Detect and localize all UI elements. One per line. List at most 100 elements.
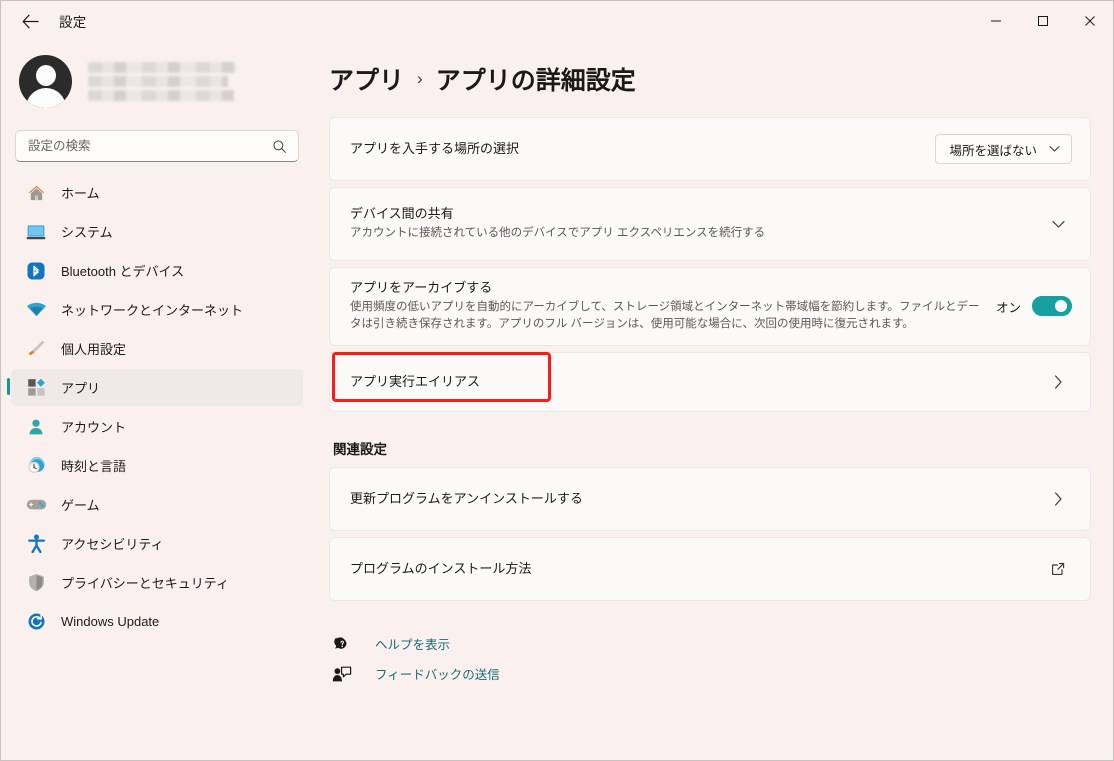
setting-row-archive-apps: アプリをアーカイブする 使用頻度の低いアプリを自動的にアーカイブして、ストレージ… [329,267,1091,346]
sidebar-item-label: アカウント [61,417,126,436]
avatar-body [26,88,66,108]
sidebar-item-label: Windows Update [61,614,159,629]
setting-title: アプリを入手する場所の選択 [350,140,935,158]
sidebar-item-label: システム [61,222,113,241]
redacted-line [88,62,236,73]
sidebar-item-time-language[interactable]: 時刻と言語 [11,447,303,484]
settings-window: 設定 [0,0,1114,761]
setting-text: アプリをアーカイブする 使用頻度の低いアプリを自動的にアーカイブして、ストレージ… [350,268,982,345]
settings-list: アプリを入手する場所の選択 場所を選ばない デバイス間の共有 アカウントに接続さ… [313,97,1114,601]
app-source-dropdown[interactable]: 場所を選ばない [935,134,1072,164]
setting-row-share-across-devices[interactable]: デバイス間の共有 アカウントに接続されている他のデバイスでアプリ エクスペリエン… [329,187,1091,261]
maximize-button[interactable] [1019,1,1066,41]
sidebar-item-system[interactable]: システム [11,213,303,250]
setting-title: アプリ実行エイリアス [350,373,1044,391]
link-label: ヘルプを表示 [375,634,450,653]
setting-text: アプリを入手する場所の選択 [350,129,935,169]
search-box[interactable] [15,130,299,162]
sidebar-item-label: アクセシビリティ [61,534,164,553]
sidebar-item-windows-update[interactable]: Windows Update [11,603,303,640]
avatar-head [36,65,56,86]
setting-description: アカウントに接続されている他のデバイスでアプリ エクスペリエンスを続行する [350,225,990,242]
sidebar-item-privacy-security[interactable]: プライバシーとセキュリティ [11,564,303,601]
chevron-right-icon [1044,492,1072,506]
title-bar: 設定 [1,1,1113,41]
sidebar-item-gaming[interactable]: ゲーム [11,486,303,523]
setting-text: アプリ実行エイリアス [350,362,1044,402]
help-icon [329,635,355,653]
network-icon [25,300,47,320]
update-icon [25,612,47,632]
help-links: ヘルプを表示 フィードバックの送信 [313,607,1114,689]
archive-apps-toggle[interactable] [1032,296,1072,316]
breadcrumb: アプリ › アプリの詳細設定 [313,41,1114,97]
main-content: アプリ › アプリの詳細設定 アプリを入手する場所の選択 場所を選ばない [313,41,1114,761]
toggle-knob [1055,300,1067,312]
related-settings-heading: 関連設定 [333,438,1091,458]
profile-section[interactable] [1,41,313,122]
sidebar-item-label: アプリ [61,378,100,397]
setting-description: 使用頻度の低いアプリを自動的にアーカイブして、ストレージ領域とインターネット帯域… [350,299,982,334]
get-help-link[interactable]: ヘルプを表示 [329,629,450,659]
personalize-icon [25,339,47,359]
time-icon [25,456,47,476]
send-feedback-link[interactable]: フィードバックの送信 [329,659,500,689]
sidebar-item-apps[interactable]: アプリ [11,369,303,406]
avatar [19,55,72,108]
dropdown-value: 場所を選ばない [949,140,1037,159]
expander-chevron-down-icon[interactable] [1044,220,1072,229]
window-title: 設定 [59,11,86,31]
breadcrumb-parent[interactable]: アプリ [329,61,404,97]
breadcrumb-separator: › [417,69,423,89]
sidebar-item-personalization[interactable]: 個人用設定 [11,330,303,367]
search-input[interactable] [16,139,272,153]
setting-text: 更新プログラムをアンインストールする [350,479,1044,519]
account-name-redacted [88,62,236,101]
account-icon [25,417,47,437]
system-icon [25,222,47,242]
setting-title: プログラムのインストール方法 [350,560,1044,578]
external-link-icon [1044,562,1072,576]
sidebar-item-label: ゲーム [61,495,100,514]
setting-title: デバイス間の共有 [350,205,1044,223]
archive-apps-toggle-group: オン [982,296,1072,316]
sidebar-item-home[interactable]: ホーム [11,174,303,211]
close-button[interactable] [1066,1,1113,41]
chevron-down-icon [1049,142,1060,156]
privacy-icon [25,573,47,593]
setting-row-how-to-install-programs[interactable]: プログラムのインストール方法 [329,537,1091,601]
apps-icon [25,378,47,398]
bluetooth-icon [25,261,47,281]
setting-title: アプリをアーカイブする [350,279,982,297]
setting-title: 更新プログラムをアンインストールする [350,490,1044,508]
window-controls [972,1,1113,41]
sidebar-item-bluetooth[interactable]: Bluetooth とデバイス [11,252,303,289]
redacted-line [88,90,234,101]
sidebar-item-accounts[interactable]: アカウント [11,408,303,445]
sidebar-item-label: 時刻と言語 [61,456,126,475]
minimize-button[interactable] [972,1,1019,41]
sidebar-item-label: ホーム [61,183,100,202]
close-icon [1084,15,1096,27]
maximize-icon [1037,15,1049,27]
setting-row-choose-app-source: アプリを入手する場所の選択 場所を選ばない [329,117,1091,181]
setting-text: プログラムのインストール方法 [350,549,1044,589]
sidebar-item-label: プライバシーとセキュリティ [61,573,229,592]
sidebar-item-label: Bluetooth とデバイス [61,261,184,280]
accessibility-icon [25,534,47,554]
minimize-icon [990,15,1002,27]
chevron-right-icon [1044,375,1072,389]
sidebar-item-label: ネットワークとインターネット [61,300,243,319]
search-icon [272,139,298,154]
back-button[interactable] [11,5,49,37]
gaming-icon [25,495,47,515]
redacted-line [88,76,228,87]
toggle-state-label: オン [996,297,1021,316]
setting-row-app-execution-aliases[interactable]: アプリ実行エイリアス [329,352,1091,412]
feedback-icon [329,665,355,683]
sidebar-item-network[interactable]: ネットワークとインターネット [11,291,303,328]
setting-row-uninstall-updates[interactable]: 更新プログラムをアンインストールする [329,467,1091,531]
sidebar-nav: ホーム システム [1,174,313,640]
page-title: アプリの詳細設定 [436,61,636,97]
sidebar-item-accessibility[interactable]: アクセシビリティ [11,525,303,562]
